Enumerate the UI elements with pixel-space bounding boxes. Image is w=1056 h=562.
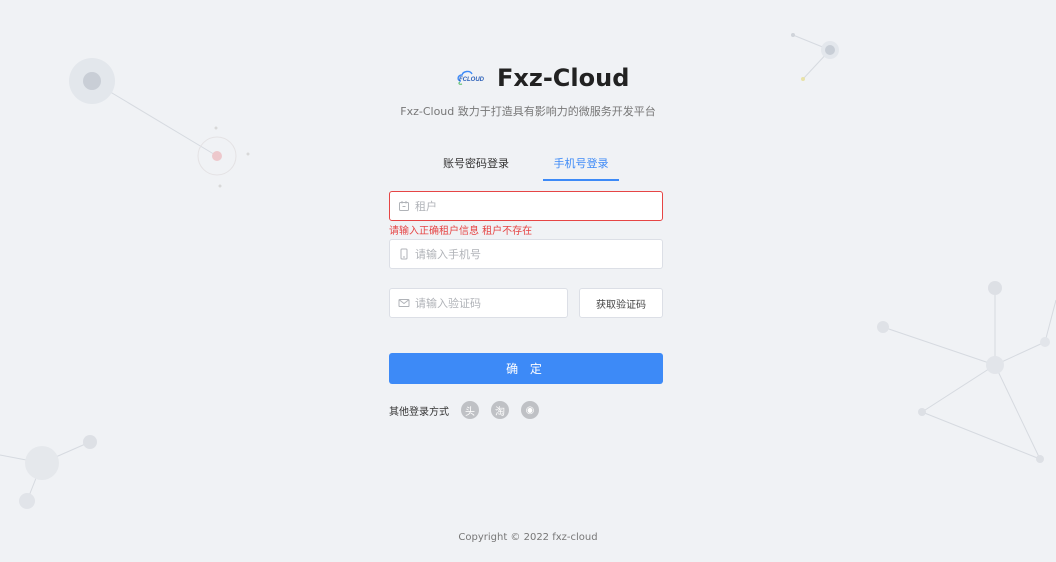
confirm-button[interactable]: 确 定: [389, 353, 663, 384]
tenant-error-message: 请输入正确租户信息 租户不存在: [389, 226, 533, 237]
code-field: [389, 288, 568, 318]
brand: FCLOUD Fxz-Cloud: [455, 62, 629, 94]
fcloud-logo-icon: FCLOUD: [457, 70, 485, 85]
tab-phone-login[interactable]: 手机号登录: [543, 152, 619, 181]
brand-title: Fxz-Cloud: [497, 64, 630, 92]
tab-account-password[interactable]: 账号密码登录: [431, 152, 521, 179]
tenant-input[interactable]: [415, 199, 615, 213]
get-code-button[interactable]: 获取验证码: [579, 288, 663, 318]
mobile-icon: [400, 248, 408, 260]
toutiao-icon[interactable]: 头: [461, 401, 479, 419]
login-tabs: 账号密码登录 手机号登录: [431, 152, 631, 181]
brand-subtitle: Fxz-Cloud 致力于打造具有影响力的微服务开发平台: [400, 105, 656, 118]
weibo-icon[interactable]: ◉: [521, 401, 539, 419]
copyright: Copyright © 2022 fxz-cloud: [458, 532, 598, 543]
taobao-icon[interactable]: 淘: [491, 401, 509, 419]
mail-icon: [398, 299, 410, 307]
phone-input[interactable]: [415, 247, 615, 261]
other-login: 其他登录方式 头 淘 ◉: [389, 400, 551, 420]
phone-field: [389, 239, 663, 269]
calendar-icon: [399, 201, 409, 211]
other-login-label: 其他登录方式: [389, 406, 449, 418]
tenant-field: [389, 191, 663, 221]
code-input[interactable]: [415, 296, 555, 310]
brand-logo-text: FCLOUD: [459, 77, 485, 83]
